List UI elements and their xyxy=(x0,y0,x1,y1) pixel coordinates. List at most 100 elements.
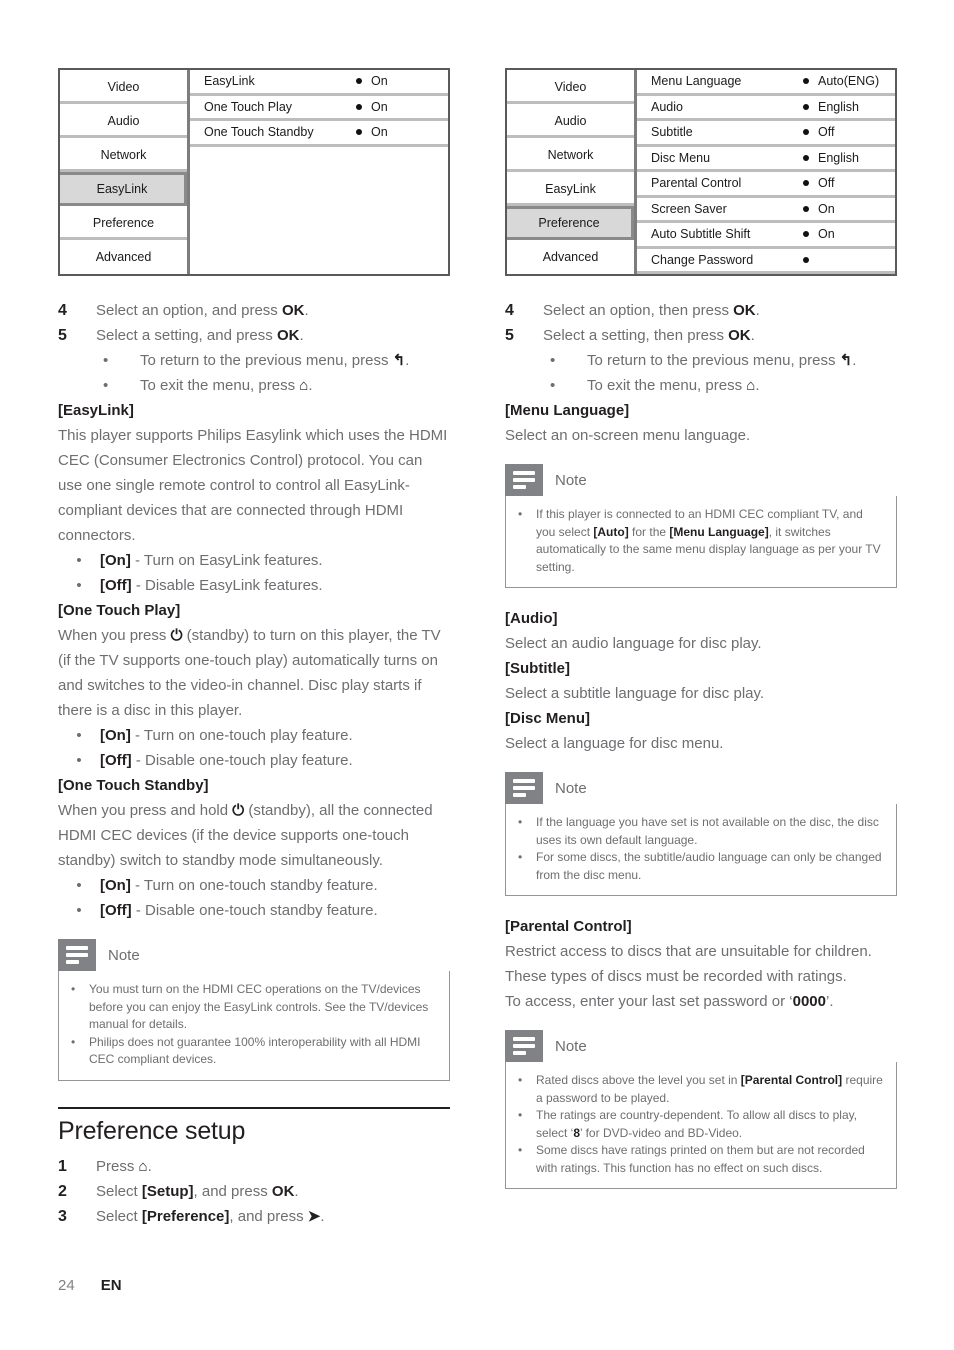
step-text: Select an option, and press OK. xyxy=(96,298,450,323)
menu-option-easylink[interactable]: EasyLink On xyxy=(190,70,448,96)
menu-option-screen-saver[interactable]: Screen Saver On xyxy=(637,198,895,223)
sub-bullet-text: To exit the menu, press ⌂. xyxy=(587,373,897,398)
page-footer: 24 EN xyxy=(58,1277,122,1294)
option-bullet-otp-on: • [On] - Turn on one-touch play feature. xyxy=(58,723,450,748)
step-text: Press ⌂. xyxy=(96,1154,450,1179)
step-5: 5 Select a setting, and press OK. xyxy=(58,323,450,348)
menu-option-value-box: English xyxy=(803,100,859,114)
menu-option-list: Menu Language Auto(ENG) Audio English Su… xyxy=(637,70,895,274)
note-item-text: Philips does not guarantee 100% interope… xyxy=(89,1034,421,1067)
menu-option-subtitle[interactable]: Subtitle Off xyxy=(637,121,895,147)
sub-bullet-return: • To return to the previous menu, press … xyxy=(505,348,897,373)
menu-category-network[interactable]: Network xyxy=(60,138,187,172)
menu-option-change-password[interactable]: Change Password xyxy=(637,249,895,274)
note-list-item: • You must turn on the HDMI CEC operatio… xyxy=(71,981,437,1034)
menu-option-value-box: On xyxy=(803,227,835,241)
step-text-post: . xyxy=(299,327,304,344)
ok-button-label: OK xyxy=(271,1182,295,1200)
menu-category-list: Video Audio Network EasyLink Preference … xyxy=(60,70,190,274)
option-bullet-ots-off: • [Off] - Disable one-touch standby feat… xyxy=(58,898,450,923)
menu-category-audio[interactable]: Audio xyxy=(507,104,634,138)
note-item-text: Some discs have ratings printed on them … xyxy=(536,1142,884,1177)
menu-option-value: On xyxy=(818,201,835,216)
menu-category-advanced[interactable]: Advanced xyxy=(60,240,187,274)
language-sections: [Audio] Select an audio language for dis… xyxy=(505,606,897,756)
menu-category-easylink[interactable]: EasyLink xyxy=(60,172,187,206)
menu-option-label: Disc Menu xyxy=(651,150,711,165)
note-text-part: Some discs have ratings printed on them … xyxy=(536,1143,865,1175)
note-icon xyxy=(505,464,543,496)
menu-option-empty xyxy=(190,222,448,247)
bullet-marker: • xyxy=(103,352,109,369)
document-page: Video Audio Network EasyLink Preference … xyxy=(0,0,954,1350)
note-body: • If this player is connected to an HDMI… xyxy=(505,496,897,588)
menu-option-menu-language[interactable]: Menu Language Auto(ENG) xyxy=(637,70,895,96)
return-arrow-icon: ↰ xyxy=(839,352,853,369)
menu-option-audio[interactable]: Audio English xyxy=(637,96,895,121)
menu-category-audio[interactable]: Audio xyxy=(60,104,187,138)
option-bullet-easylink-on: • [On] - Turn on EasyLink features. xyxy=(58,548,450,573)
sub-bullet-text: To return to the previous menu, press ↰. xyxy=(587,348,897,373)
menu-option-parental-control[interactable]: Parental Control Off xyxy=(637,172,895,198)
menu-category-label: Advanced xyxy=(542,250,599,264)
menu-category-video[interactable]: Video xyxy=(507,70,634,104)
note-item-text: For some discs, the subtitle/audio langu… xyxy=(536,850,882,882)
menu-option-value-box xyxy=(803,256,818,263)
menu-category-video[interactable]: Video xyxy=(60,70,187,104)
menu-item-preference: [Preference] xyxy=(141,1207,230,1225)
paragraph-pre: When you press xyxy=(58,627,171,644)
bullet-marker: • xyxy=(71,1034,76,1049)
option-bullet-text: [Off] - Disable EasyLink features. xyxy=(100,573,450,598)
menu-option-value-box: On xyxy=(356,74,388,88)
paragraph-one-touch-play: When you press ⏻ (standby) to turn on th… xyxy=(58,623,450,723)
ok-button-label: OK xyxy=(733,302,756,319)
menu-option-one-touch-standby[interactable]: One Touch Standby On xyxy=(190,121,448,147)
note-list-item: • Philips does not guarantee 100% intero… xyxy=(71,1034,437,1069)
menu-option-value: English xyxy=(818,99,859,114)
bullet-dot-icon xyxy=(803,78,809,85)
menu-category-easylink[interactable]: EasyLink xyxy=(507,172,634,206)
menu-option-value: On xyxy=(371,74,388,89)
sub-bullet-exit: • To exit the menu, press ⌂. xyxy=(58,373,450,398)
menu-category-label: Preference xyxy=(92,216,155,230)
step-4: 4 Select an option, and press OK. xyxy=(58,298,450,323)
note-header: Note xyxy=(505,772,897,804)
note-title: Note xyxy=(555,779,587,797)
menu-option-auto-subtitle-shift[interactable]: Auto Subtitle Shift On xyxy=(637,223,895,249)
menu-option-label: One Touch Play xyxy=(204,99,293,114)
bullet-marker: • xyxy=(71,982,76,996)
menu-option-value: English xyxy=(818,150,859,165)
menu-category-advanced[interactable]: Advanced xyxy=(507,240,634,274)
menu-item-parental-control: [Parental Control] xyxy=(740,1073,843,1087)
note-item-text: You must turn on the HDMI CEC operations… xyxy=(89,982,429,1031)
menu-option-disc-menu[interactable]: Disc Menu English xyxy=(637,147,895,172)
note-icon xyxy=(58,939,96,971)
menu-option-value: Off xyxy=(818,125,835,140)
option-bullet-easylink-off: • [Off] - Disable EasyLink features. xyxy=(58,573,450,598)
note-list-item: • The ratings are country-dependent. To … xyxy=(518,1107,884,1142)
menu-option-value-box: On xyxy=(356,100,388,114)
bullet-dot-icon xyxy=(803,180,809,187)
menu-option-value-box: Off xyxy=(803,125,834,139)
note-header: Note xyxy=(58,939,450,971)
term-menu-language: [Menu Language] xyxy=(505,402,630,419)
option-value-on: [On] xyxy=(100,877,131,894)
menu-category-network[interactable]: Network xyxy=(507,138,634,172)
menu-option-empty xyxy=(190,172,448,197)
home-icon: ⌂ xyxy=(299,377,309,394)
menu-category-label: Network xyxy=(547,148,594,162)
option-value-off: [Off] xyxy=(100,902,132,919)
note-item-text: If the language you have set is not avai… xyxy=(536,815,879,847)
paragraph-menu-language: Select an on-screen menu language. xyxy=(505,427,751,444)
step-text-pre: Press xyxy=(96,1157,139,1175)
menu-category-preference[interactable]: Preference xyxy=(507,206,634,240)
page-title: Preference setup xyxy=(58,1116,246,1145)
menu-option-one-touch-play[interactable]: One Touch Play On xyxy=(190,96,448,121)
menu-category-preference[interactable]: Preference xyxy=(60,206,187,240)
step-text-pre: Select a setting, then press xyxy=(543,327,729,344)
bullet-marker: • xyxy=(518,815,523,829)
step-text-post: . xyxy=(147,1157,152,1175)
left-steps: 4 Select an option, and press OK. 5 Sele… xyxy=(58,298,450,398)
note-header: Note xyxy=(505,1030,897,1062)
step-number: 1 xyxy=(58,1157,67,1175)
